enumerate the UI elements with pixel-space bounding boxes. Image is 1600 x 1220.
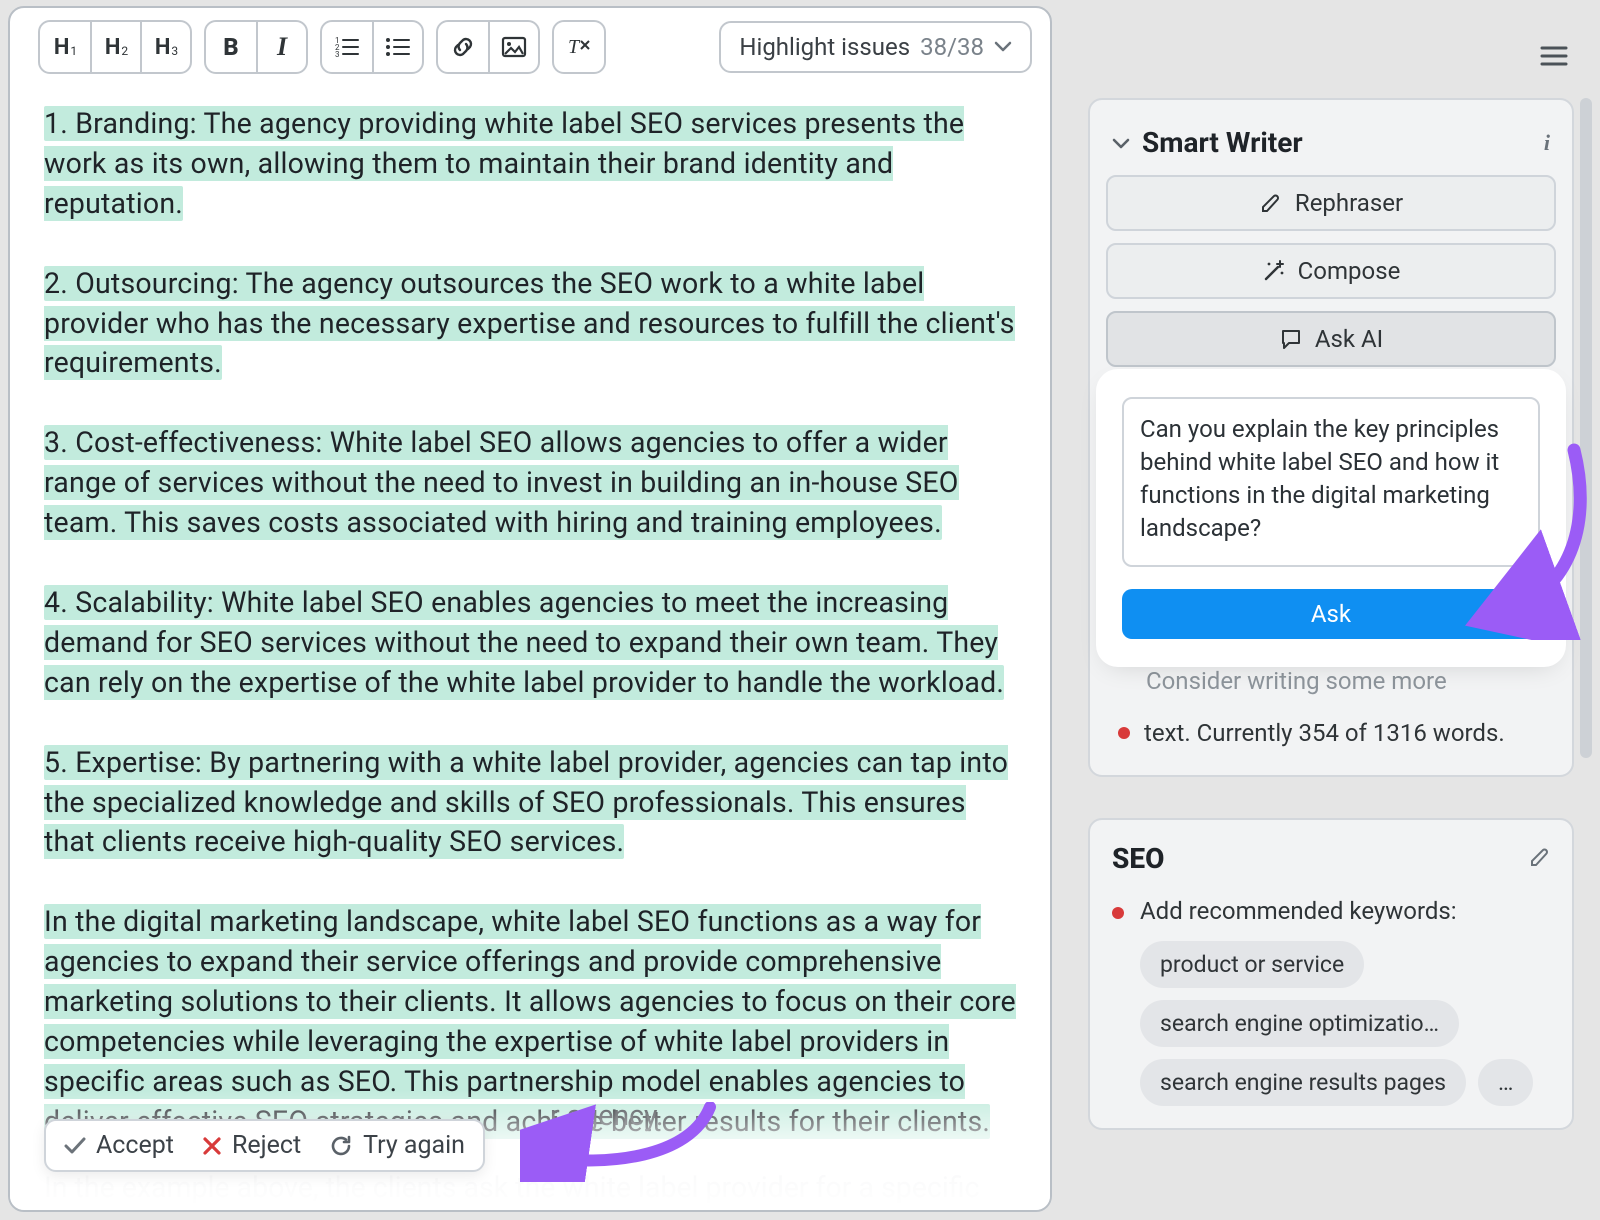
magic-icon (1262, 259, 1286, 283)
document-content[interactable]: 1. Branding: The agency providing white … (10, 86, 1050, 1192)
image-button[interactable] (488, 22, 538, 72)
x-icon (202, 1136, 222, 1156)
ask-submit-button[interactable]: Ask (1122, 589, 1540, 639)
link-button[interactable] (438, 22, 488, 72)
suggestion-action-bar: Accept Reject Try again (44, 1119, 485, 1172)
link-icon (450, 34, 476, 60)
reject-label: Reject (232, 1131, 301, 1160)
side-pane: Smart Writer i Rephraser Compose Ask AI … (1074, 6, 1592, 1212)
hint-truncated-top: Consider writing some more (1106, 667, 1556, 695)
edit-icon (1259, 191, 1283, 215)
seo-title: SEO (1112, 842, 1164, 875)
editor-pane: H1 H2 H3 B I 123 (8, 6, 1052, 1212)
doc-p3: 3. Cost-effectiveness: White label SEO a… (44, 425, 959, 540)
doc-p2: 2. Outsourcing: The agency outsources th… (44, 266, 1015, 381)
editor-body[interactable]: 1. Branding: The agency providing white … (10, 86, 1050, 1210)
ask-ai-input[interactable]: Can you explain the key principles behin… (1122, 397, 1540, 567)
rephraser-button[interactable]: Rephraser (1106, 175, 1556, 231)
list-group: 123 (320, 20, 424, 74)
svg-text:T: T (568, 36, 581, 58)
ordered-list-icon: 123 (334, 36, 360, 58)
image-icon (501, 36, 527, 58)
doc-trailing-bottom: In the example above, the clients ask th… (44, 1171, 1020, 1204)
ask-ai-label: Ask AI (1315, 325, 1383, 353)
seo-card: SEO Add recommended keywords: product or… (1088, 818, 1574, 1130)
insert-group (436, 20, 540, 74)
chevron-down-icon (994, 37, 1012, 58)
ask-prompt-text: Can you explain the key principles behin… (1140, 415, 1499, 542)
smart-writer-header[interactable]: Smart Writer i (1106, 120, 1556, 175)
refresh-icon (329, 1134, 353, 1158)
ask-submit-label: Ask (1311, 600, 1351, 628)
highlight-label: Highlight issues (739, 33, 910, 61)
keyword-chip[interactable]: search engine results pages (1140, 1059, 1466, 1106)
doc-p1: 1. Branding: The agency providing white … (44, 106, 964, 221)
ask-ai-button[interactable]: Ask AI (1106, 311, 1556, 367)
doc-p6: In the digital marketing landscape, whit… (44, 904, 1016, 1138)
status-dot-icon (1112, 907, 1124, 919)
smart-writer-card: Smart Writer i Rephraser Compose Ask AI … (1088, 98, 1574, 777)
unordered-list-icon (385, 36, 411, 58)
doc-p4: 4. Scalability: White label SEO enables … (44, 585, 1004, 700)
ask-ai-panel: Can you explain the key principles behin… (1106, 379, 1556, 657)
svg-text:3: 3 (335, 50, 340, 58)
keyword-chip[interactable]: product or service (1140, 941, 1364, 988)
keyword-chip[interactable]: search engine optimizatio… (1140, 1000, 1459, 1047)
info-icon[interactable]: i (1544, 130, 1550, 156)
side-scrollbar[interactable] (1580, 98, 1592, 918)
h1-button[interactable]: H1 (40, 22, 90, 72)
style-group: B I (204, 20, 308, 74)
try-again-label: Try again (363, 1131, 465, 1160)
smart-writer-title: Smart Writer (1142, 126, 1303, 159)
doc-trailing-fragment: r agency. (550, 1099, 664, 1132)
seo-recommend-label: Add recommended keywords: (1140, 897, 1457, 925)
clear-group: T (552, 20, 606, 74)
menu-button[interactable] (1532, 34, 1576, 78)
compose-label: Compose (1298, 257, 1401, 285)
keyword-chip-more[interactable]: … (1478, 1059, 1533, 1106)
try-again-button[interactable]: Try again (329, 1131, 465, 1160)
word-count-hint: text. Currently 354 of 1316 words. (1106, 711, 1556, 759)
h2-button[interactable]: H2 (90, 22, 140, 72)
edit-seo-button[interactable] (1528, 845, 1552, 873)
rephraser-label: Rephraser (1295, 189, 1403, 217)
ordered-list-button[interactable]: 123 (322, 22, 372, 72)
compose-button[interactable]: Compose (1106, 243, 1556, 299)
italic-button[interactable]: I (256, 22, 306, 72)
highlight-count: 38/38 (920, 33, 984, 61)
hamburger-icon (1539, 44, 1569, 68)
status-dot-icon (1118, 727, 1130, 739)
clear-format-icon: T (565, 35, 593, 59)
seo-recommend-row: Add recommended keywords: (1112, 897, 1552, 925)
hint-text: text. Currently 354 of 1316 words. (1144, 717, 1505, 751)
heading-group: H1 H2 H3 (38, 20, 192, 74)
unordered-list-button[interactable] (372, 22, 422, 72)
h3-button[interactable]: H3 (140, 22, 190, 72)
accept-label: Accept (96, 1131, 174, 1160)
editor-toolbar: H1 H2 H3 B I 123 (10, 8, 1050, 86)
reject-button[interactable]: Reject (202, 1131, 301, 1160)
scroll-thumb[interactable] (1580, 98, 1592, 758)
highlight-issues-toggle[interactable]: Highlight issues 38/38 (719, 21, 1032, 73)
accept-button[interactable]: Accept (64, 1131, 174, 1160)
chat-icon (1279, 327, 1303, 351)
doc-p5: 5. Expertise: By partnering with a white… (44, 745, 1008, 860)
check-icon (64, 1137, 86, 1155)
clear-format-button[interactable]: T (554, 22, 604, 72)
bold-button[interactable]: B (206, 22, 256, 72)
pencil-icon (1528, 845, 1552, 869)
chevron-down-icon (1112, 131, 1130, 155)
keyword-chips: product or service search engine optimiz… (1112, 941, 1552, 1106)
